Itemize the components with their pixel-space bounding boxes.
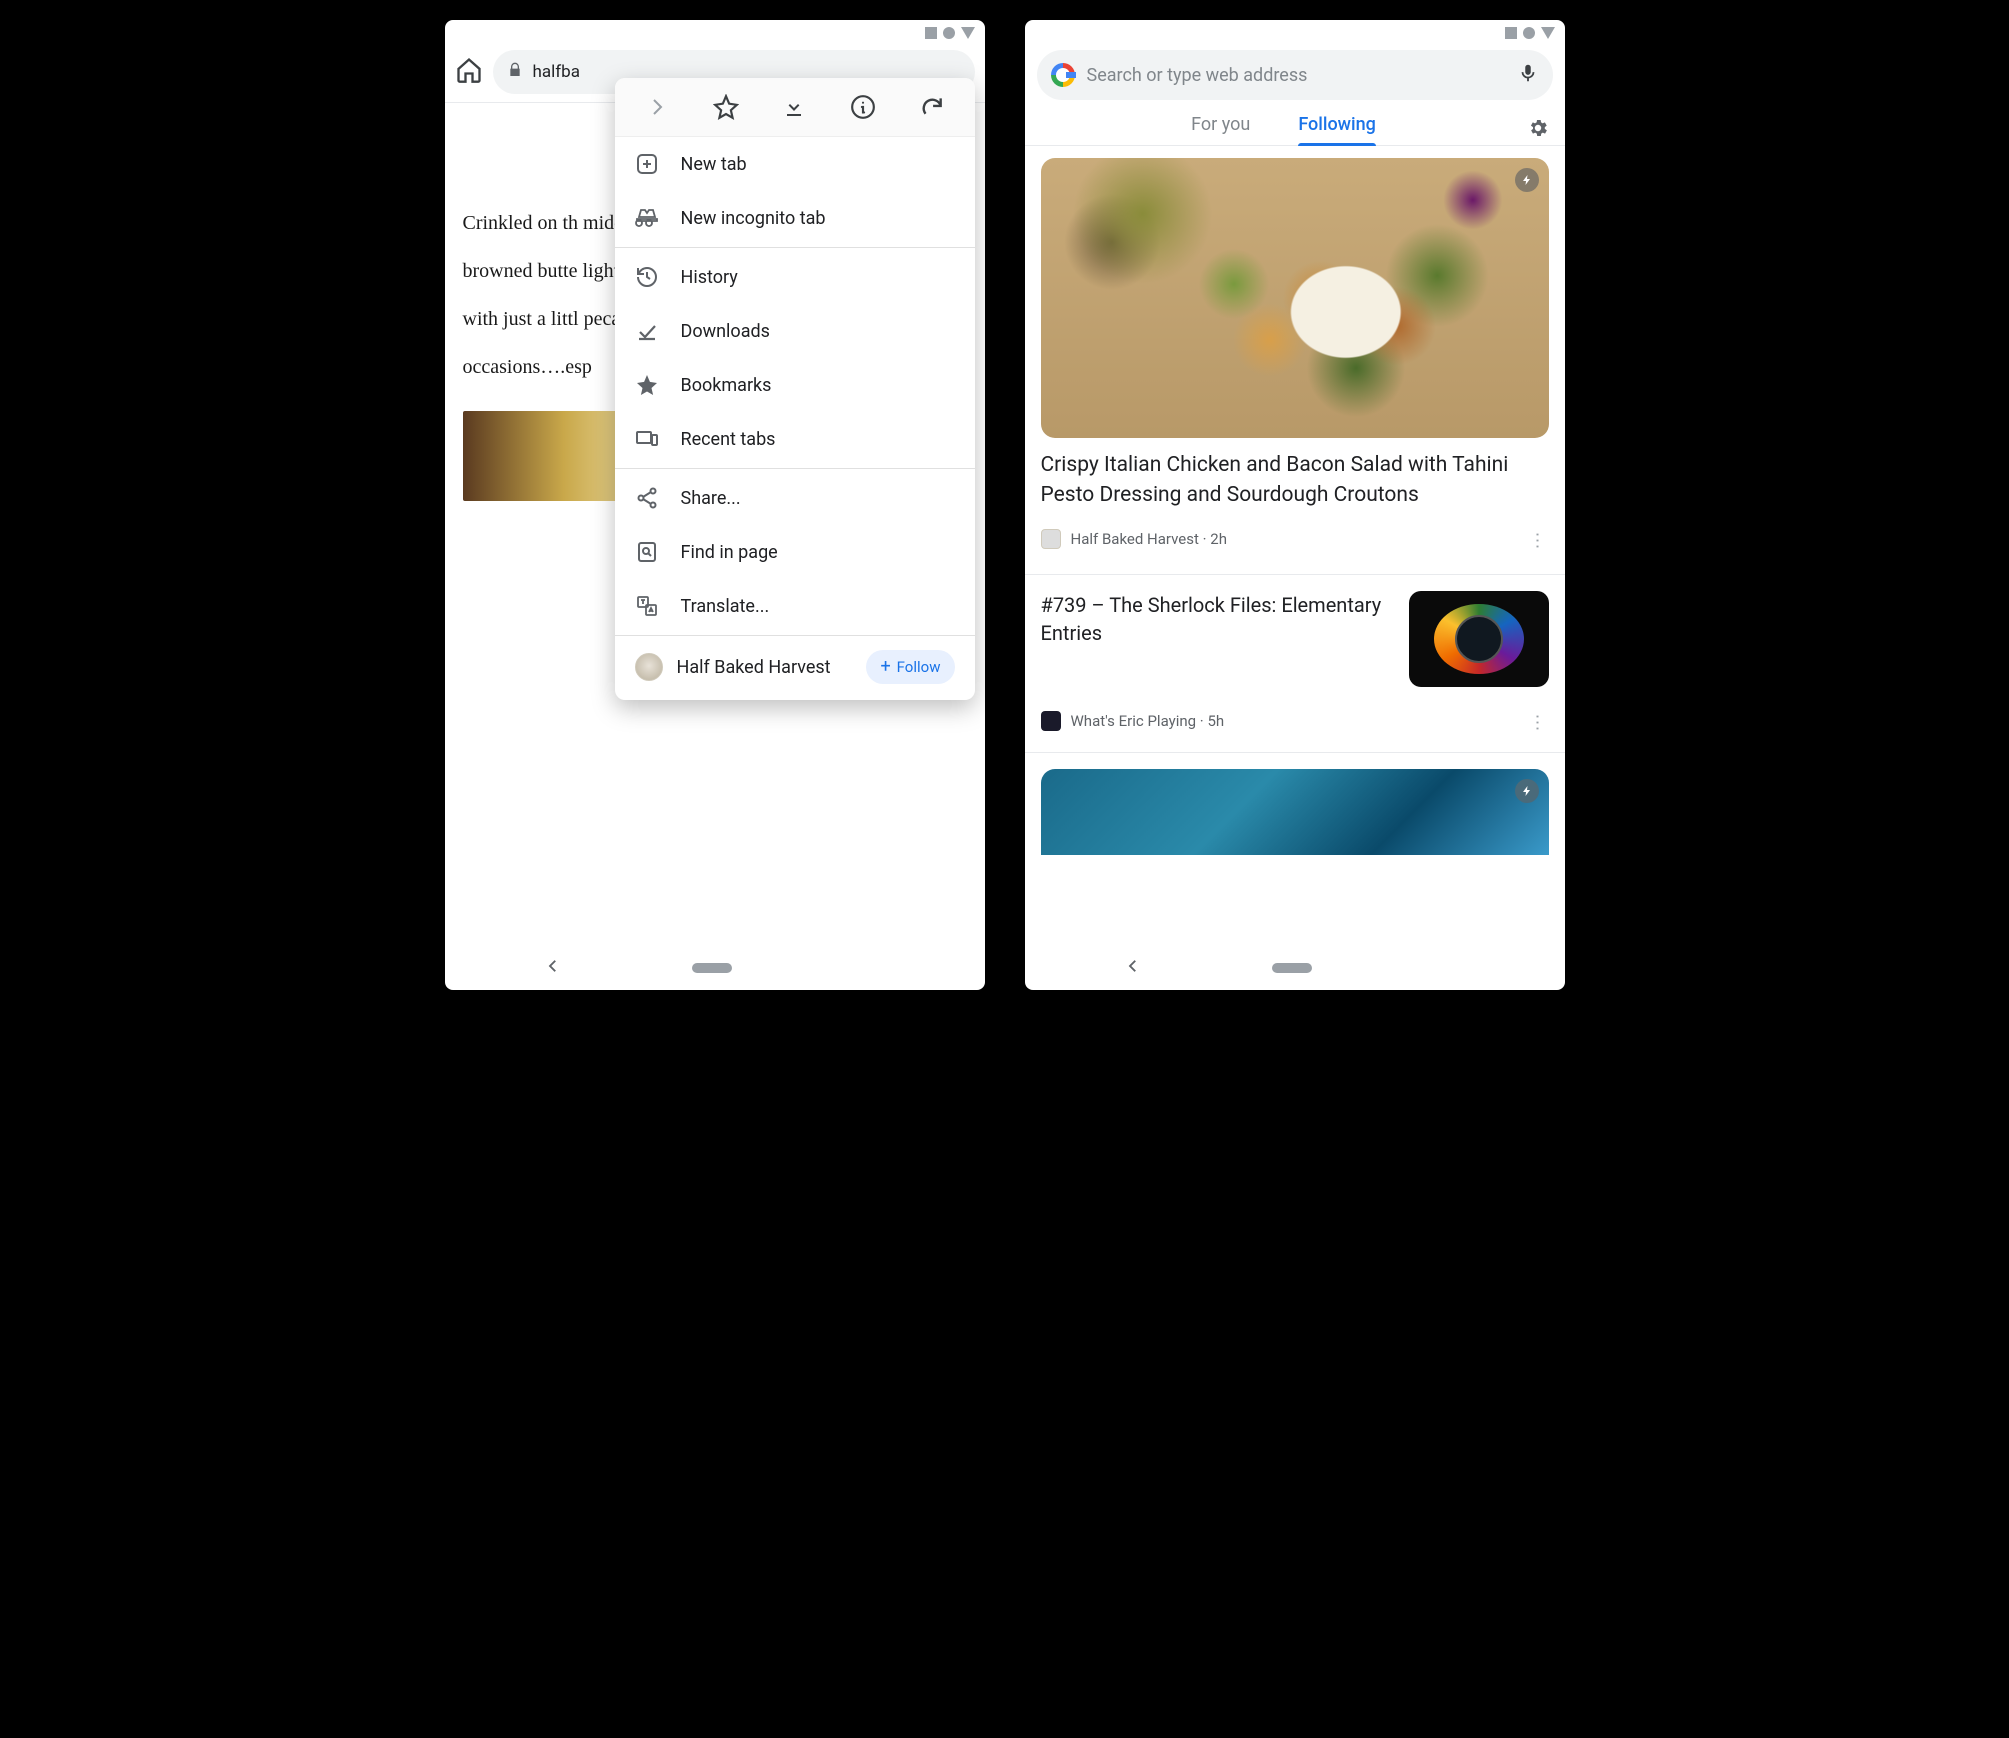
nav-back-icon[interactable]	[544, 957, 562, 979]
menu-item-label: Downloads	[681, 321, 770, 342]
menu-item-label: Translate...	[681, 596, 770, 617]
source-favicon-icon	[1041, 529, 1061, 549]
amp-badge-icon	[1515, 168, 1539, 192]
menu-divider	[615, 635, 975, 636]
search-placeholder: Search or type web address	[1087, 65, 1505, 86]
right-phone-frame: Search or type web address For you Follo…	[1025, 20, 1565, 990]
lock-icon	[507, 62, 523, 83]
card-image	[1041, 158, 1549, 438]
nav-home-pill[interactable]	[692, 963, 732, 973]
card-divider	[1025, 574, 1565, 575]
plus-box-icon	[635, 152, 659, 176]
google-logo-icon	[1051, 63, 1075, 87]
site-name-label: Half Baked Harvest	[677, 657, 853, 678]
feed-tabs: For you Following	[1025, 104, 1565, 146]
devices-icon	[635, 427, 659, 451]
status-circle-icon	[1523, 27, 1535, 39]
overflow-menu: New tab New incognito tab History Downlo…	[615, 78, 975, 700]
left-phone-frame: halfba — HALF HAR Crinkled on th middle,…	[445, 20, 985, 990]
search-bar[interactable]: Search or type web address	[1037, 50, 1553, 100]
amp-badge-icon	[1515, 779, 1539, 803]
nav-home-pill[interactable]	[1272, 963, 1312, 973]
menu-new-tab[interactable]: New tab	[615, 137, 975, 191]
menu-list: New tab New incognito tab History Downlo…	[615, 137, 975, 700]
status-square-icon	[925, 27, 937, 39]
card-title: Crispy Italian Chicken and Bacon Salad w…	[1041, 450, 1549, 511]
menu-share[interactable]: Share...	[615, 471, 975, 525]
system-navbar	[1025, 944, 1565, 990]
feed-card-1[interactable]: Crispy Italian Chicken and Bacon Salad w…	[1041, 158, 1549, 554]
plus-icon: +	[880, 658, 890, 676]
status-square-icon	[1505, 27, 1517, 39]
card-meta: What's Eric Playing · 5h ⋯	[1041, 707, 1549, 736]
tab-for-you[interactable]: For you	[1191, 114, 1250, 145]
refresh-icon[interactable]	[919, 94, 945, 120]
card-overflow-icon[interactable]: ⋯	[1522, 527, 1551, 551]
status-bar	[445, 20, 985, 42]
card-overflow-icon[interactable]: ⋯	[1522, 709, 1551, 733]
gear-icon[interactable]	[1527, 117, 1549, 143]
system-navbar	[445, 944, 985, 990]
status-bar	[1025, 20, 1565, 42]
status-triangle-icon	[1541, 27, 1555, 39]
menu-item-label: New incognito tab	[681, 208, 826, 229]
url-text: halfba	[533, 62, 580, 82]
follow-label: Follow	[897, 658, 941, 676]
incognito-icon	[635, 206, 659, 230]
card-meta: Half Baked Harvest · 2h ⋯	[1041, 525, 1549, 554]
menu-divider	[615, 247, 975, 248]
tab-following[interactable]: Following	[1298, 114, 1376, 145]
find-icon	[635, 540, 659, 564]
card-title: #739 – The Sherlock Files: Elementary En…	[1041, 591, 1395, 647]
feed-card-2[interactable]: #739 – The Sherlock Files: Elementary En…	[1041, 591, 1549, 687]
card-source: What's Eric Playing · 5h	[1071, 712, 1225, 730]
menu-follow-footer: Half Baked Harvest + Follow	[615, 638, 975, 700]
source-favicon-icon	[1041, 711, 1061, 731]
menu-translate[interactable]: Translate...	[615, 579, 975, 633]
menu-item-label: Find in page	[681, 542, 778, 563]
follow-button[interactable]: + Follow	[866, 650, 954, 684]
nav-back-icon[interactable]	[1124, 957, 1142, 979]
star-icon[interactable]	[713, 94, 739, 120]
menu-history[interactable]: History	[615, 250, 975, 304]
home-icon[interactable]	[455, 56, 483, 88]
card-source: Half Baked Harvest · 2h	[1071, 530, 1227, 548]
menu-item-label: Share...	[681, 488, 741, 509]
mic-icon[interactable]	[1517, 62, 1539, 88]
menu-item-label: Recent tabs	[681, 429, 776, 450]
menu-icon-row	[615, 78, 975, 137]
status-triangle-icon	[961, 27, 975, 39]
card-thumbnail	[1409, 591, 1549, 687]
status-circle-icon	[943, 27, 955, 39]
menu-bookmarks[interactable]: Bookmarks	[615, 358, 975, 412]
card-divider	[1025, 752, 1565, 753]
download-icon[interactable]	[781, 94, 807, 120]
menu-downloads[interactable]: Downloads	[615, 304, 975, 358]
menu-recent-tabs[interactable]: Recent tabs	[615, 412, 975, 466]
menu-item-label: Bookmarks	[681, 375, 772, 396]
menu-find[interactable]: Find in page	[615, 525, 975, 579]
menu-item-label: New tab	[681, 154, 747, 175]
feed-container[interactable]: Crispy Italian Chicken and Bacon Salad w…	[1025, 146, 1565, 944]
translate-icon	[635, 594, 659, 618]
feed-card-3-image[interactable]	[1041, 769, 1549, 855]
menu-incognito[interactable]: New incognito tab	[615, 191, 975, 245]
share-icon	[635, 486, 659, 510]
info-icon[interactable]	[850, 94, 876, 120]
menu-item-label: History	[681, 267, 738, 288]
star-filled-icon	[635, 373, 659, 397]
download-check-icon	[635, 319, 659, 343]
history-icon	[635, 265, 659, 289]
site-avatar-icon	[635, 653, 663, 681]
menu-divider	[615, 468, 975, 469]
forward-icon[interactable]	[644, 94, 670, 120]
